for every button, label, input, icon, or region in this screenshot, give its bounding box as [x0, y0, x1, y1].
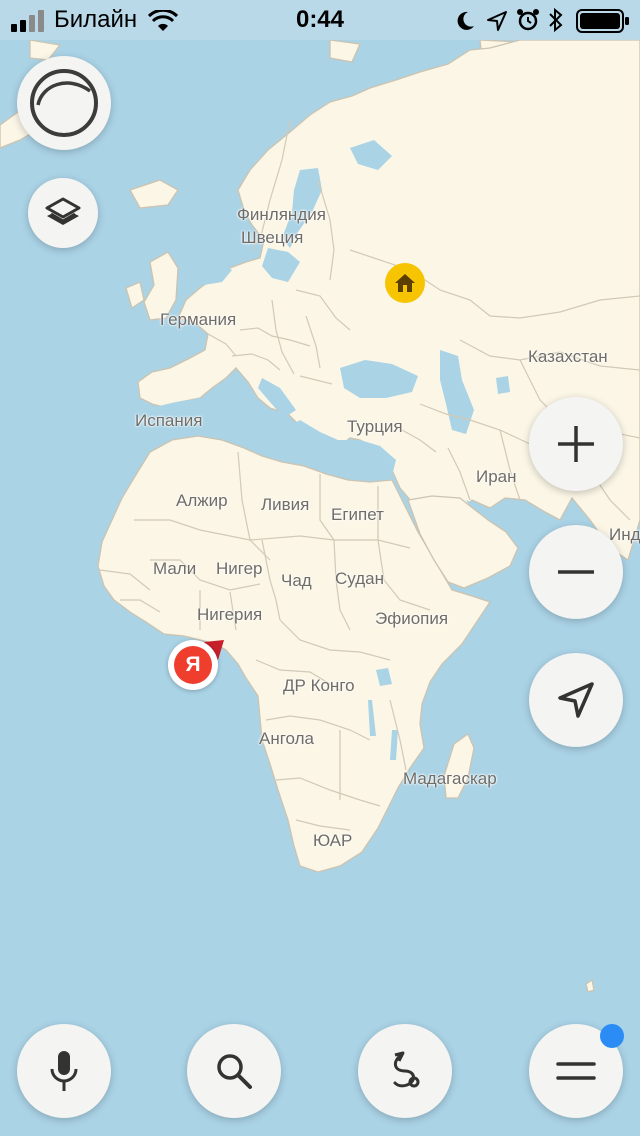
label-south-africa: ЮАР [313, 831, 353, 850]
label-madagascar: Мадагаскар [403, 769, 497, 788]
routes-button[interactable] [358, 1024, 452, 1118]
label-algeria: Алжир [176, 491, 228, 510]
my-location-icon [558, 682, 594, 718]
label-sweden: Швеция [241, 228, 304, 247]
zoom-in-icon [558, 426, 594, 462]
home-icon [395, 274, 415, 292]
label-niger: Нигер [216, 559, 263, 578]
label-iran: Иран [476, 467, 517, 486]
label-sudan: Судан [335, 569, 384, 588]
alice-assistant-button[interactable] [17, 56, 111, 150]
map-screen: Билайн 0:44 Финляндия Швеция Германия Ка… [0, 0, 640, 1136]
zoom-out-button[interactable] [529, 525, 623, 619]
notification-dot [600, 1024, 624, 1048]
location-arrow-icon [487, 11, 507, 31]
label-libya: Ливия [261, 495, 310, 514]
user-marker-label: Я [174, 646, 212, 684]
label-ethiopia: Эфиопия [375, 609, 449, 628]
label-spain: Испания [135, 411, 203, 430]
home-marker[interactable] [385, 263, 425, 303]
label-india: Инд [609, 525, 640, 544]
moon-icon [457, 11, 474, 30]
bluetooth-icon [549, 8, 563, 32]
layers-icon [45, 197, 81, 225]
voice-search-button[interactable] [17, 1024, 111, 1118]
zoom-out-icon [558, 570, 594, 574]
microphone-icon [50, 1051, 78, 1091]
label-chad: Чад [281, 571, 312, 590]
user-location-marker[interactable]: Я [168, 640, 218, 690]
search-button[interactable] [187, 1024, 281, 1118]
label-germany: Германия [160, 310, 237, 329]
label-kazakhstan: Казахстан [528, 347, 608, 366]
label-dr-congo: ДР Конго [283, 676, 355, 695]
search-icon [217, 1054, 252, 1089]
alice-assistant-icon [30, 69, 98, 137]
routes-icon [393, 1051, 420, 1088]
label-turkey: Турция [347, 417, 403, 436]
label-finland: Финляндия [237, 205, 326, 224]
menu-icon [556, 1062, 596, 1080]
my-location-button[interactable] [529, 653, 623, 747]
clock: 0:44 [295, 6, 345, 33]
battery-icon [576, 9, 629, 33]
label-mali: Мали [153, 559, 197, 578]
label-nigeria: Нигерия [197, 605, 263, 624]
zoom-in-button[interactable] [529, 397, 623, 491]
status-bar: Билайн 0:44 [0, 0, 640, 40]
label-angola: Ангола [259, 729, 315, 748]
label-egypt: Египет [331, 505, 384, 524]
layers-button[interactable] [28, 178, 98, 248]
alarm-icon [517, 9, 539, 31]
